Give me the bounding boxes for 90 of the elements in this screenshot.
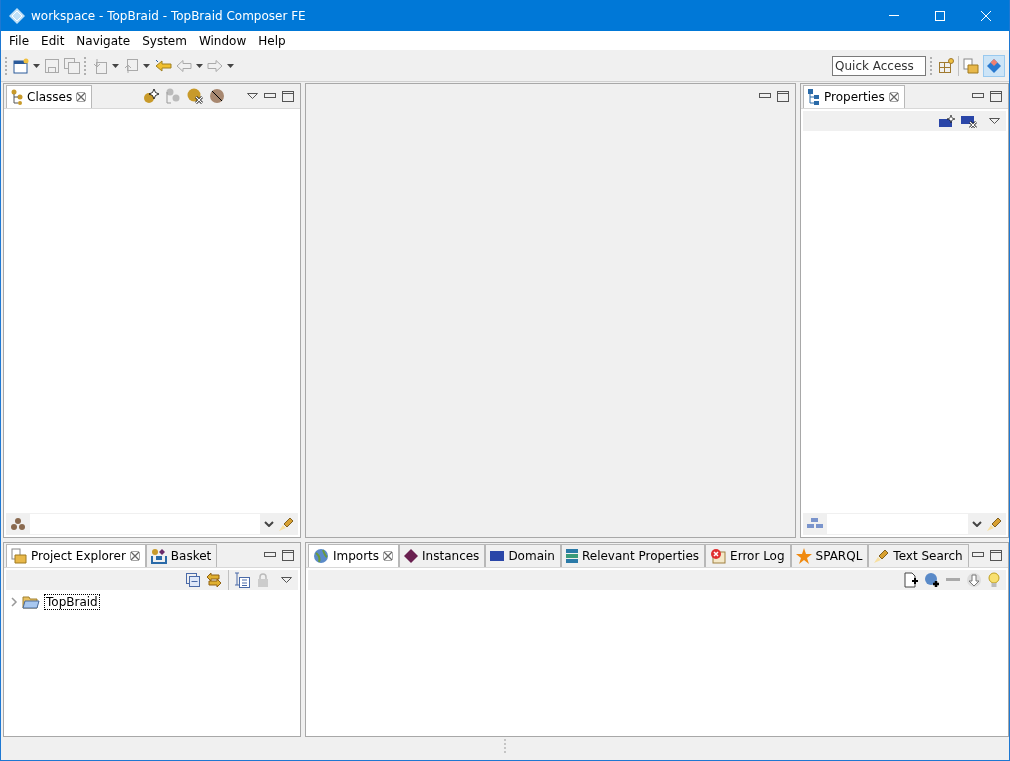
chevron-down-icon[interactable] [972,521,982,527]
dropdown-caret-icon[interactable] [33,63,40,68]
panel-tab[interactable]: Instances [399,544,486,567]
tab-label: Imports [333,549,380,563]
classes-filter-icon[interactable] [10,516,26,532]
delete-class-icon[interactable] [187,88,203,104]
panel-tab[interactable]: Relevant Properties [560,544,706,567]
close-icon[interactable] [129,551,140,561]
download-icon[interactable] [966,572,982,588]
chevron-down-icon[interactable] [264,521,274,527]
window-maximize-icon[interactable] [935,10,945,21]
link-editor-icon[interactable] [206,572,222,588]
add-globe-icon[interactable] [924,572,940,588]
maximize-icon[interactable] [282,90,294,102]
dropdown-caret-icon[interactable] [143,63,150,68]
close-icon[interactable] [76,92,87,102]
hierarchy-icon[interactable] [808,89,820,105]
collapse-all-icon[interactable] [186,573,200,587]
close-icon[interactable] [888,92,899,102]
minimize-icon[interactable] [264,552,276,558]
diamond-icon[interactable] [404,549,419,563]
folder-icon[interactable] [22,595,40,609]
tab-label: Basket [170,549,212,563]
brush-icon[interactable] [278,516,294,532]
menu-item[interactable]: System [136,33,193,48]
view-menu-icon[interactable] [281,577,292,583]
quick-access-field[interactable]: Quick Access [832,55,926,76]
menu-item[interactable]: Edit [35,33,71,48]
panel-tab[interactable]: Text Search [868,544,969,567]
error-icon[interactable] [710,548,727,564]
window-title: workspace - TopBraid - TopBraid Composer FE [31,8,307,23]
dropdown-caret-icon[interactable] [112,63,119,68]
add-class-icon[interactable] [143,88,159,104]
expand-chevron-icon[interactable] [10,597,18,607]
globe-icon[interactable] [313,548,329,564]
close-icon[interactable] [383,551,394,561]
new-window-icon[interactable] [13,57,29,74]
basket-icon[interactable] [150,548,167,564]
menu-item[interactable]: Window [192,33,253,48]
panel-tab[interactable]: Domain [485,544,561,567]
tree-item[interactable]: TopBraid [44,594,100,610]
view-menu-icon[interactable] [989,118,1000,124]
hierarchy-icon[interactable] [11,89,23,105]
tree-view-icon[interactable] [235,572,251,588]
tab-label: Instances [422,549,480,563]
star-icon[interactable] [795,548,812,564]
blocks-icon[interactable] [807,518,823,530]
tab-label: Project Explorer [31,549,126,563]
maximize-icon[interactable] [990,90,1002,102]
bars-icon[interactable] [565,549,578,563]
minimize-icon[interactable] [759,93,771,99]
tab-label: Domain [508,549,555,563]
window-close-icon[interactable] [981,10,991,21]
menu-item[interactable]: File [3,33,36,48]
minimize-icon[interactable] [972,93,984,99]
maximize-icon[interactable] [777,90,789,102]
menu-item[interactable]: Navigate [70,33,137,48]
panel-tab[interactable]: Error Log [705,544,791,567]
no-entry-icon[interactable] [209,88,225,104]
tab-label: Relevant Properties [581,549,700,563]
menu-item[interactable]: Help [252,33,292,48]
minimize-icon[interactable] [264,93,276,99]
app-logo-icon[interactable] [9,7,25,24]
add-property-icon[interactable] [939,115,955,127]
panel-tab[interactable]: Project Explorer [6,544,146,567]
tab-label: SPARQL [815,549,863,563]
maximize-icon[interactable] [282,549,294,561]
brush-icon[interactable] [986,516,1002,532]
folder-icon[interactable] [11,548,27,564]
panel-tab[interactable]: Properties [803,85,905,108]
open-perspective-icon[interactable] [938,57,954,74]
brush-icon[interactable] [873,548,890,564]
add-file-icon[interactable] [904,572,918,588]
tab-label: Error Log [730,549,785,563]
maximize-icon[interactable] [990,549,1002,561]
view-menu-icon[interactable] [247,93,258,99]
dropdown-caret-icon[interactable] [196,63,203,68]
panel-tab[interactable]: Imports [308,544,400,567]
perspective-button[interactable] [983,54,1005,77]
panel-tab[interactable]: Basket [145,544,218,567]
panel-tab[interactable]: Classes [6,85,93,108]
panel-tab[interactable]: SPARQL [790,544,869,567]
rectangle-icon[interactable] [490,551,505,561]
dropdown-caret-icon[interactable] [227,63,234,68]
tab-label: Classes [27,90,73,104]
delete-property-icon[interactable] [961,114,977,128]
tab-label: Text Search [893,549,963,563]
minimize-icon[interactable] [972,552,984,558]
documents-icon[interactable] [963,57,979,74]
tab-label: Properties [824,90,885,104]
